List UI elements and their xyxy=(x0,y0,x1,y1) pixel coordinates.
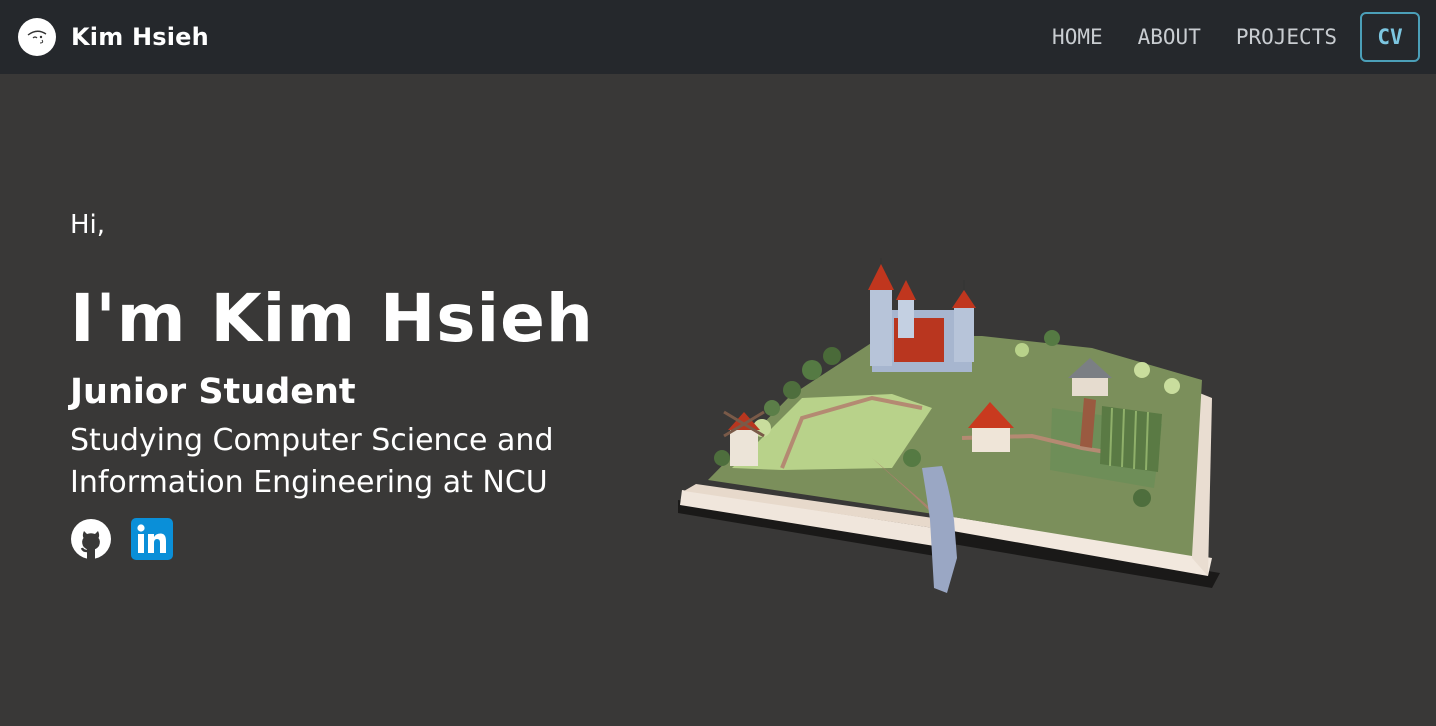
navbar: Kim Hsieh HOME ABOUT PROJECTS CV xyxy=(0,0,1436,74)
github-link[interactable] xyxy=(70,518,112,560)
hero-title: I'm Kim Hsieh xyxy=(70,280,594,357)
nav-about-link[interactable]: ABOUT xyxy=(1138,25,1201,49)
avatar xyxy=(18,18,56,56)
linkedin-icon xyxy=(131,518,173,560)
nav-projects-link[interactable]: PROJECTS xyxy=(1236,25,1337,49)
github-icon xyxy=(71,519,111,559)
hero-section: Hi, I'm Kim Hsieh Junior Student Studyin… xyxy=(70,210,670,560)
nav-links: HOME ABOUT PROJECTS CV xyxy=(1017,0,1420,74)
hero-description: Studying Computer Science and Informatio… xyxy=(70,423,554,500)
social-links xyxy=(70,518,670,560)
greeting: Hi, xyxy=(70,210,106,240)
cv-button[interactable]: CV xyxy=(1360,12,1420,62)
brand-name[interactable]: Kim Hsieh xyxy=(71,23,209,51)
brand-link[interactable]: Kim Hsieh xyxy=(18,18,209,56)
book-illustration xyxy=(678,258,1220,593)
linkedin-link[interactable] xyxy=(131,518,173,560)
hero-subtitle: Junior Student xyxy=(70,372,356,412)
nav-home-link[interactable]: HOME xyxy=(1052,25,1103,49)
avatar-icon xyxy=(27,30,47,44)
castle xyxy=(868,258,976,372)
